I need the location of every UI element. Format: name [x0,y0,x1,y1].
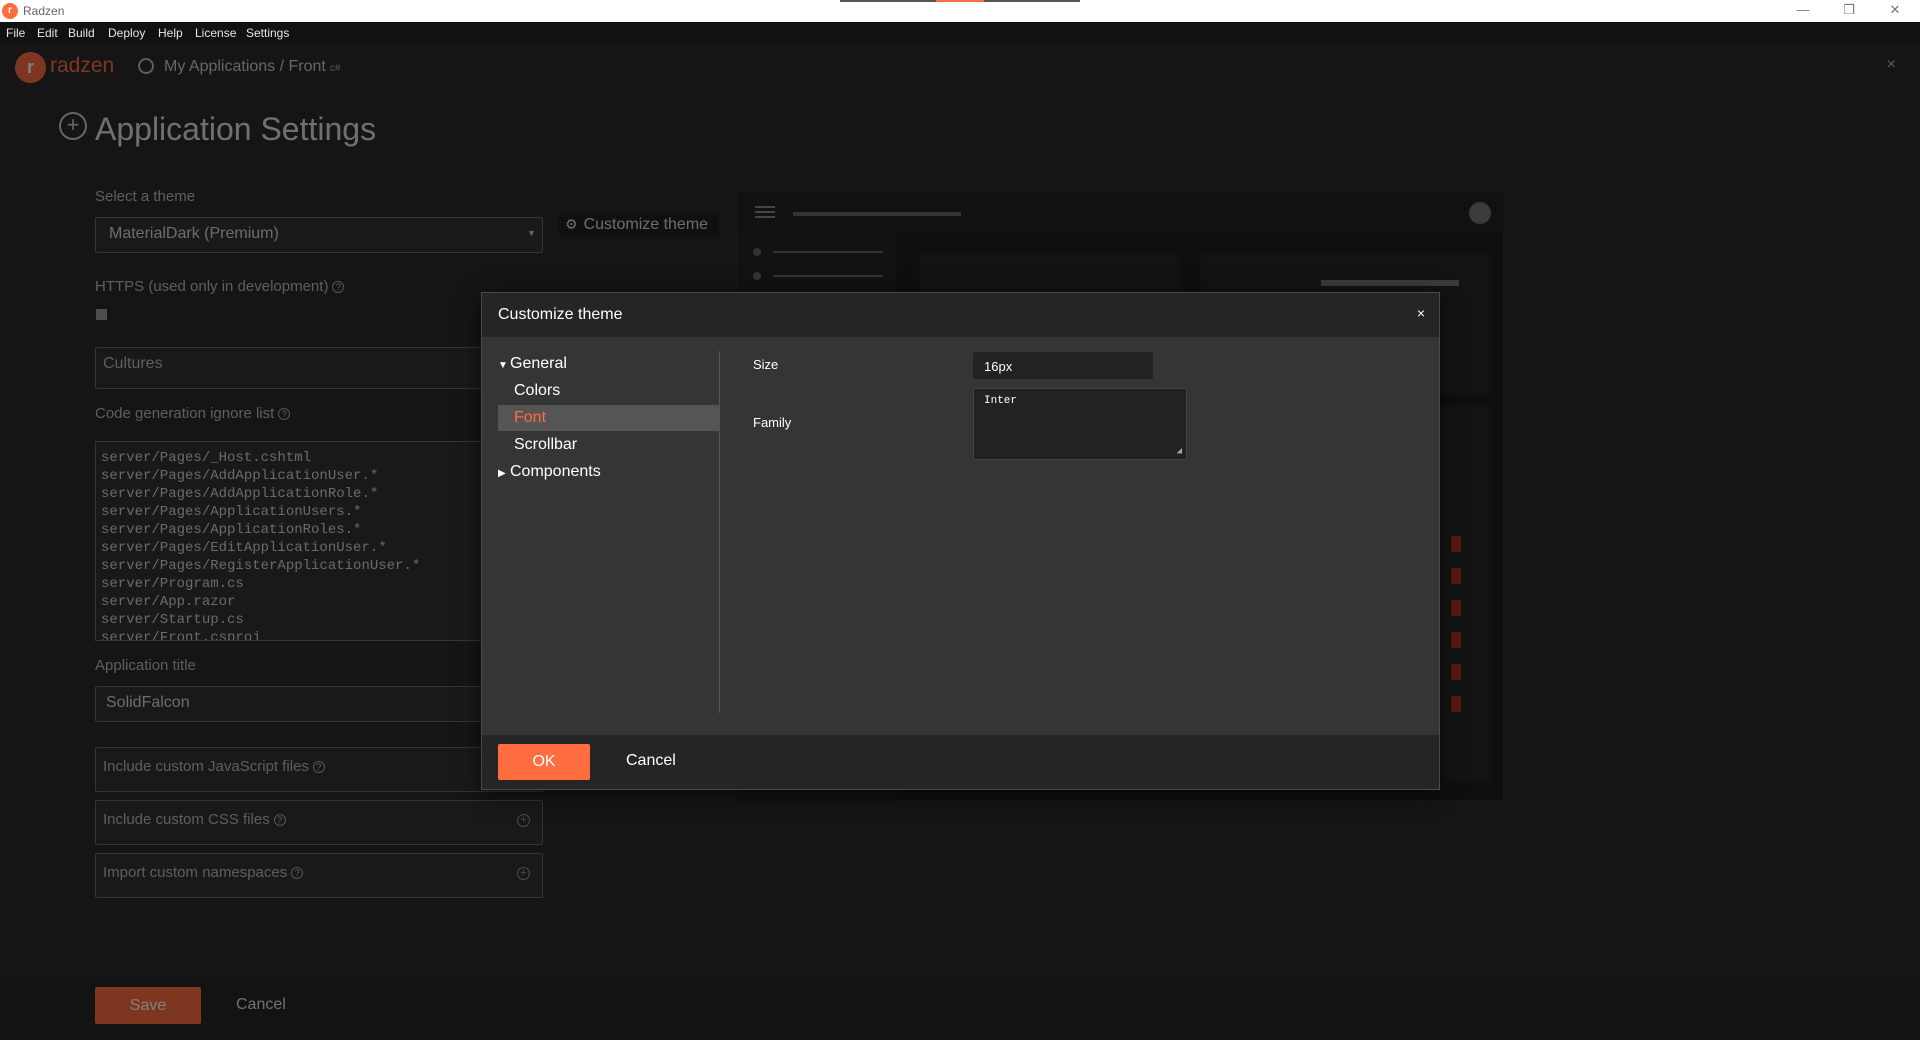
menu-edit[interactable]: Edit [37,26,58,40]
tree-item-components[interactable]: ▶ Components [498,459,720,485]
tree-item-colors[interactable]: Colors [514,378,720,404]
caret-down-icon[interactable]: ▼ [498,353,510,379]
ok-button[interactable]: OK [498,744,590,780]
tree-item-scrollbar[interactable]: Scrollbar [514,432,720,458]
menu-build[interactable]: Build [68,26,95,40]
tree-item-general[interactable]: ▼ General [498,351,720,377]
menu-help[interactable]: Help [158,26,183,40]
dialog-footer: OK Cancel [482,735,1439,789]
window-titlebar: r Radzen — ❐ ✕ [0,0,1920,22]
menu-bar: File Edit Build Deploy Help License Sett… [0,22,1920,43]
menu-deploy[interactable]: Deploy [108,26,145,40]
font-size-input[interactable]: 16px [973,352,1153,379]
caret-right-icon[interactable]: ▶ [498,461,510,487]
dialog-header: Customize theme × [482,293,1439,337]
radzen-app-icon: r [2,3,18,19]
minimize-button[interactable]: — [1780,0,1826,22]
menu-license[interactable]: License [195,26,236,40]
dialog-close-icon[interactable]: × [1417,305,1425,321]
menu-settings[interactable]: Settings [246,26,289,40]
family-label: Family [753,415,792,430]
theme-tree: ▼ General Colors Font Scrollbar ▶ Componen… [498,351,720,713]
font-family-textarea[interactable]: Inter ◢ [973,388,1187,460]
dialog-title: Customize theme [498,306,623,323]
titlebar-progress [840,0,1080,2]
size-label: Size [753,357,779,372]
tree-item-font[interactable]: Font [498,405,720,431]
customize-theme-dialog: Customize theme × ▼ General Colors Font S… [481,292,1440,790]
window-title: Radzen [23,4,65,18]
menu-file[interactable]: File [6,26,25,40]
restore-button[interactable]: ❐ [1826,0,1872,22]
dialog-cancel-button[interactable]: Cancel [626,752,676,770]
window-close-button[interactable]: ✕ [1872,0,1918,22]
resize-grip-icon[interactable]: ◢ [1177,446,1182,456]
